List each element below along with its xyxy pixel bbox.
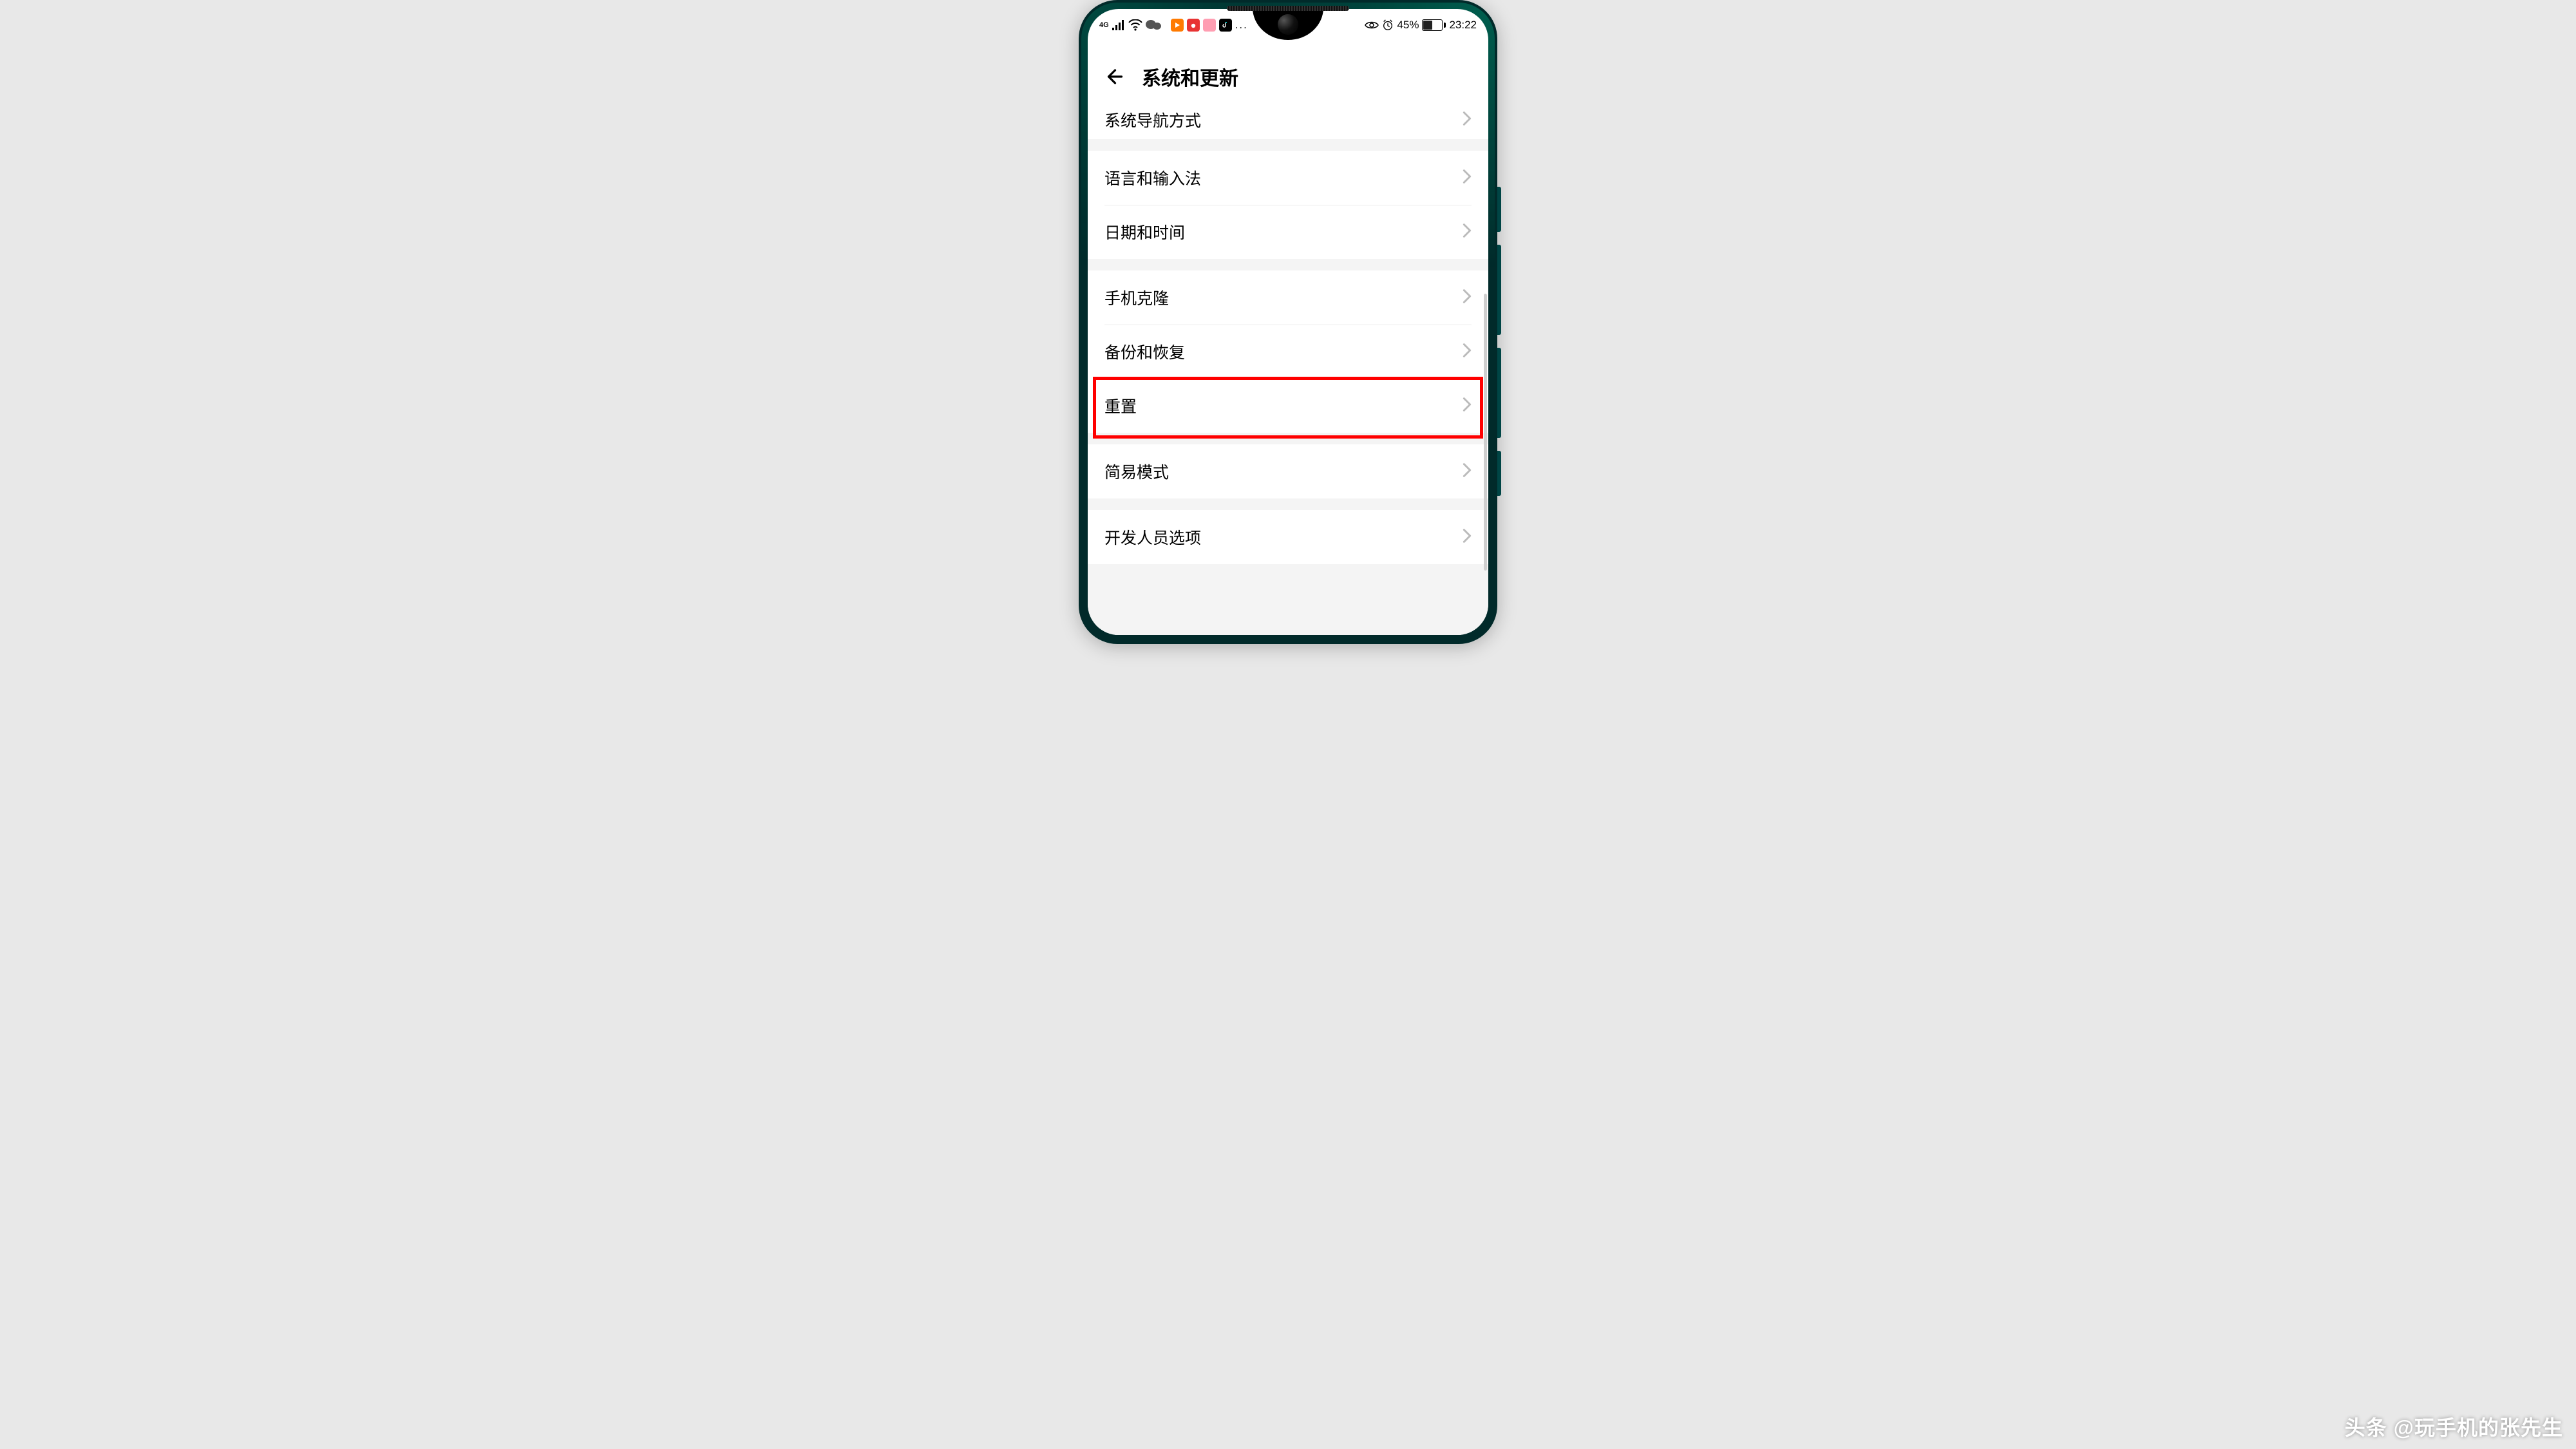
chevron-right-icon <box>1463 111 1472 129</box>
row-simple-mode[interactable]: 简易模式 <box>1088 444 1488 498</box>
phone-side-button <box>1497 187 1501 232</box>
app-icon-weibo <box>1187 19 1200 32</box>
chevron-right-icon <box>1463 223 1472 242</box>
chevron-right-icon <box>1463 343 1472 361</box>
scrollbar[interactable] <box>1484 294 1487 571</box>
watermark-handle: @玩手机的张先生 <box>2394 1412 2563 1441</box>
wifi-icon <box>1128 19 1142 31</box>
alarm-icon <box>1382 19 1394 31</box>
title-bar: 系统和更新 <box>1088 54 1488 99</box>
list-group: 手机克隆 备份和恢复 重置 <box>1088 270 1488 433</box>
clock-time: 23:22 <box>1449 19 1477 32</box>
earpiece-speaker <box>1227 6 1349 11</box>
row-datetime[interactable]: 日期和时间 <box>1088 205 1488 259</box>
row-reset[interactable]: 重置 <box>1088 379 1488 433</box>
row-phone-clone[interactable]: 手机克隆 <box>1088 270 1488 325</box>
list-group: 简易模式 <box>1088 444 1488 498</box>
app-icon-video <box>1171 19 1184 32</box>
eye-icon <box>1365 21 1379 30</box>
row-label: 备份和恢复 <box>1104 340 1185 363</box>
signal-icon <box>1112 20 1125 30</box>
phone-side-button <box>1497 245 1501 335</box>
network-4g-label: 4G <box>1099 21 1109 29</box>
battery-percent: 45% <box>1397 19 1419 32</box>
wechat-icon <box>1146 19 1168 32</box>
front-camera <box>1278 14 1298 35</box>
chevron-right-icon <box>1463 169 1472 187</box>
row-label: 开发人员选项 <box>1104 526 1201 549</box>
list-group: 系统导航方式 <box>1088 100 1488 139</box>
row-label: 手机克隆 <box>1104 286 1169 309</box>
chevron-right-icon <box>1463 397 1472 415</box>
stage: 4G <box>0 0 2576 1449</box>
phone-side-button <box>1497 451 1501 496</box>
app-icon-pink <box>1203 19 1216 32</box>
settings-list: 系统导航方式 语言和输入法 日期和时间 <box>1088 100 1488 635</box>
more-icon: ... <box>1235 19 1248 32</box>
chevron-right-icon <box>1463 528 1472 547</box>
row-label: 语言和输入法 <box>1104 166 1201 189</box>
list-group: 开发人员选项 <box>1088 510 1488 564</box>
phone-frame: 4G <box>1079 0 1497 644</box>
status-left: 4G <box>1099 19 1248 32</box>
row-language[interactable]: 语言和输入法 <box>1088 151 1488 205</box>
app-icon-douyin <box>1219 19 1232 32</box>
chevron-right-icon <box>1463 462 1472 481</box>
row-backup-restore[interactable]: 备份和恢复 <box>1088 325 1488 379</box>
chevron-right-icon <box>1463 289 1472 307</box>
status-right: 45% 23:22 <box>1365 19 1477 32</box>
screen: 4G <box>1088 9 1488 635</box>
page-title: 系统和更新 <box>1142 62 1238 91</box>
battery-icon <box>1422 19 1446 31</box>
row-label: 系统导航方式 <box>1104 108 1201 131</box>
back-button[interactable] <box>1101 64 1126 90</box>
watermark-prefix: 头条 <box>2345 1412 2387 1441</box>
row-label: 重置 <box>1104 394 1137 417</box>
row-navigation[interactable]: 系统导航方式 <box>1088 100 1488 139</box>
row-label: 日期和时间 <box>1104 220 1185 243</box>
phone-side-button <box>1497 348 1501 438</box>
list-group: 语言和输入法 日期和时间 <box>1088 151 1488 259</box>
watermark: 头条 @玩手机的张先生 <box>2345 1412 2563 1441</box>
row-developer-options[interactable]: 开发人员选项 <box>1088 510 1488 564</box>
row-label: 简易模式 <box>1104 460 1169 483</box>
